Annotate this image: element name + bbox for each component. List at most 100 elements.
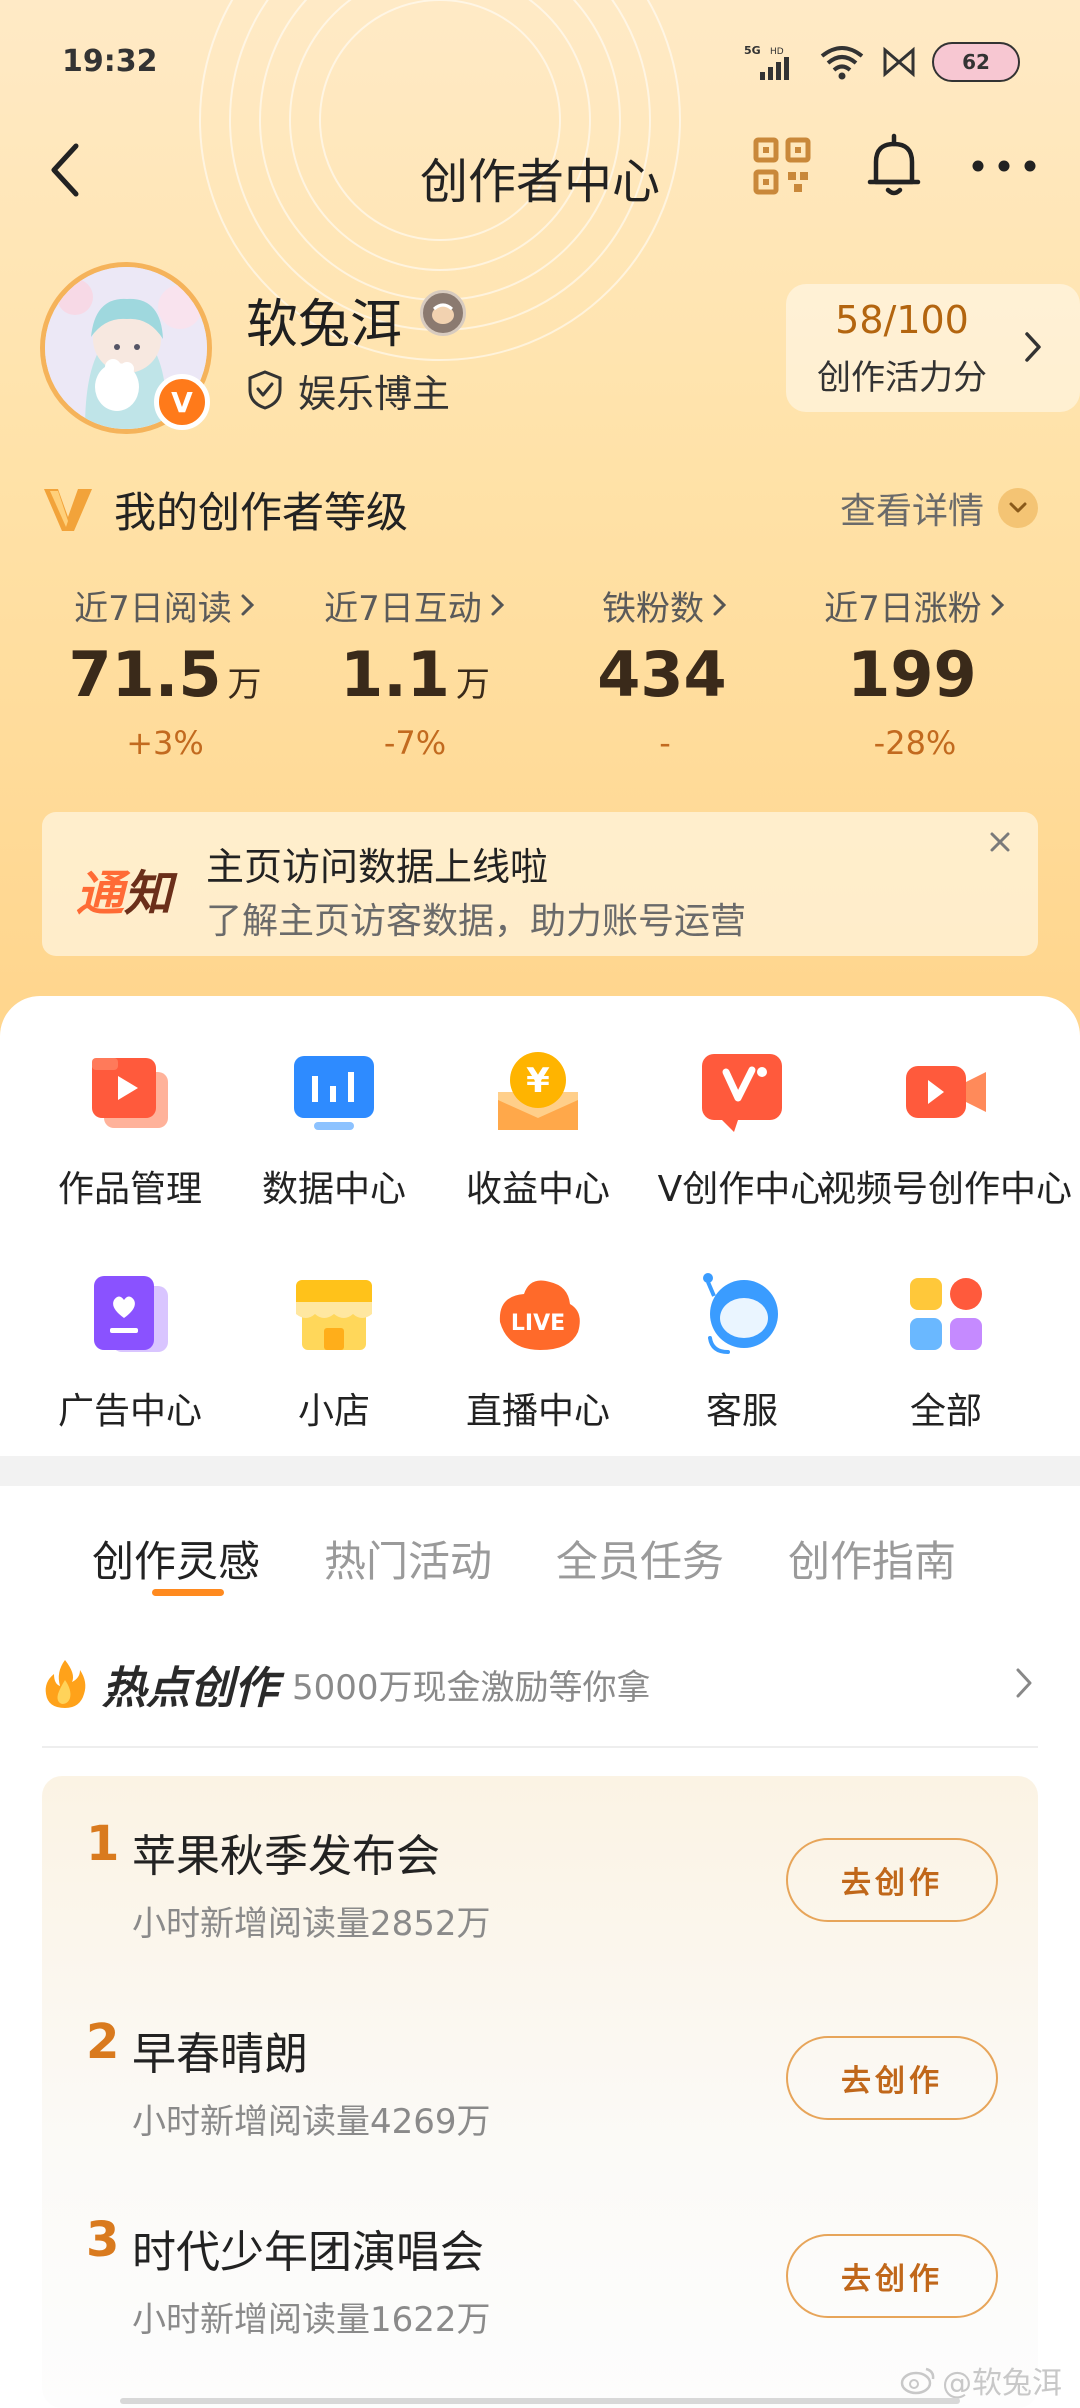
tools-card: 作品管理 数据中心 ¥ 收益中心 V创作中心 视频号创作中心 广告中心 小店 L… xyxy=(0,996,1080,1456)
stat-value: 1.1 xyxy=(340,638,450,711)
video-icon xyxy=(906,1066,986,1118)
bell-icon[interactable] xyxy=(862,132,926,200)
stat-value: 71.5 xyxy=(68,638,222,711)
battery-indicator: 62 xyxy=(932,42,1020,82)
tab-tasks[interactable]: 全员任务 xyxy=(524,1514,756,1614)
flame-icon xyxy=(45,1660,86,1708)
status-bar: 19:32 5G HD 62 xyxy=(0,0,1080,120)
nav-bar: 创作者中心 xyxy=(0,120,1080,220)
stat-label: 近7日涨粉 xyxy=(824,588,982,629)
grid-label: 直播中心 xyxy=(465,1391,610,1432)
stat-value: 199 xyxy=(847,638,977,711)
stat-new-fans[interactable]: 近7日涨粉 199 -28% xyxy=(790,578,1040,778)
grid-item-all[interactable]: 全部 xyxy=(844,1256,1048,1478)
v-level-icon xyxy=(44,489,92,531)
creator-level-title: 我的创作者等级 xyxy=(114,487,409,537)
grid-label: V创作中心 xyxy=(657,1169,827,1210)
tab-inspiration[interactable]: 创作灵感 xyxy=(60,1514,292,1614)
grid-item-works[interactable]: 作品管理 xyxy=(28,1034,232,1256)
grid-item-video[interactable]: 视频号创作中心 xyxy=(820,1034,1072,1256)
hot-reads: 小时新增阅读量4269万 xyxy=(132,2102,491,2142)
hot-subtitle: 5000万现金激励等你拿 xyxy=(292,1667,651,1708)
username: 软兔洱 xyxy=(246,295,403,355)
scroll-indicator xyxy=(120,2398,960,2404)
tab-active-indicator xyxy=(152,1589,224,1596)
tools-grid: 作品管理 数据中心 ¥ 收益中心 V创作中心 视频号创作中心 广告中心 小店 L… xyxy=(0,1034,1080,1478)
go-create-button[interactable]: 去创作 xyxy=(786,1838,998,1922)
creator-level-row[interactable]: 我的创作者等级 xyxy=(40,474,408,544)
chevron-right-icon xyxy=(241,594,254,616)
close-icon[interactable] xyxy=(980,822,1020,862)
notice-banner[interactable]: 通知 主页访问数据上线啦 了解主页访客数据，助力账号运营 xyxy=(42,812,1038,956)
svg-text:HD: HD xyxy=(770,47,784,57)
grid-item-v-create[interactable]: V创作中心 xyxy=(640,1034,844,1256)
grid-label: 小店 xyxy=(297,1391,370,1432)
hot-name: 时代少年团演唱会 xyxy=(132,2227,484,2278)
vitality-score-card[interactable]: 58/100 创作活力分 xyxy=(786,284,1080,412)
chevron-right-icon xyxy=(713,594,727,616)
hot-item[interactable]: 2 早春晴朗 小时新增阅读量4269万 去创作 xyxy=(42,1974,1038,2172)
stat-iron-fans[interactable]: 铁粉数 434 - xyxy=(540,578,790,778)
stat-reads[interactable]: 近7日阅读 71.5 万 +3% xyxy=(40,578,290,778)
vitality-label: 创作活力分 xyxy=(817,358,987,398)
tab-hot-events[interactable]: 热门活动 xyxy=(292,1514,524,1614)
grid-label: 视频号创作中心 xyxy=(820,1169,1073,1210)
grid-item-income[interactable]: ¥ 收益中心 xyxy=(436,1034,640,1256)
header-divider xyxy=(42,1746,1038,1748)
chevron-right-icon xyxy=(991,594,1004,616)
qr-code-icon[interactable] xyxy=(752,136,812,196)
hot-rank: 3 xyxy=(86,2212,120,2268)
stat-value: 434 xyxy=(597,638,727,711)
svg-text:LIVE: LIVE xyxy=(511,1311,565,1336)
grid-item-ad[interactable]: 广告中心 xyxy=(28,1256,232,1478)
stat-label: 铁粉数 xyxy=(602,588,704,629)
hot-item[interactable]: 3 时代少年团演唱会 小时新增阅读量1622万 去创作 xyxy=(42,2172,1038,2370)
stat-label: 近7日阅读 xyxy=(74,588,232,629)
user-level-icon xyxy=(420,290,466,336)
grid-label: 作品管理 xyxy=(57,1169,202,1210)
notice-title: 主页访问数据上线啦 xyxy=(206,845,549,889)
go-create-button[interactable]: 去创作 xyxy=(786,2234,998,2318)
stat-interactions[interactable]: 近7日互动 1.1 万 -7% xyxy=(290,578,540,778)
all-icon xyxy=(910,1278,982,1350)
grid-item-live[interactable]: LIVE 直播中心 xyxy=(436,1256,640,1478)
tab-label: 全员任务 xyxy=(555,1537,724,1586)
grid-item-service[interactable]: 客服 xyxy=(640,1256,844,1478)
tab-label: 热门活动 xyxy=(323,1537,492,1586)
grid-label: 数据中心 xyxy=(261,1169,406,1210)
tab-bar: 创作灵感 热门活动 全员任务 创作指南 xyxy=(0,1514,1080,1614)
tab-guide[interactable]: 创作指南 xyxy=(756,1514,988,1614)
go-create-button[interactable]: 去创作 xyxy=(786,2036,998,2120)
more-icon[interactable] xyxy=(968,134,1040,198)
grid-item-shop[interactable]: 小店 xyxy=(232,1256,436,1478)
notice-tag: 通知 xyxy=(76,866,173,922)
works-icon xyxy=(92,1058,168,1128)
tab-label: 创作灵感 xyxy=(91,1537,260,1586)
chevron-right-icon xyxy=(1025,332,1041,362)
grid-label: 客服 xyxy=(705,1391,778,1432)
hot-rank: 1 xyxy=(86,1816,120,1872)
svg-text:5G: 5G xyxy=(744,44,761,57)
role-row: 娱乐博主 xyxy=(246,362,450,418)
vitality-score: 58/100 xyxy=(835,298,969,342)
view-details-link[interactable]: 查看详情 xyxy=(840,480,1038,536)
ad-icon xyxy=(94,1276,168,1352)
hot-creation-header[interactable]: 热点创作 5000万现金激励等你拿 xyxy=(42,1646,1038,1722)
stat-change: +3% xyxy=(126,724,204,762)
v-create-icon xyxy=(702,1054,782,1132)
weibo-icon xyxy=(900,2367,935,2395)
watermark-text: @软兔洱 xyxy=(942,2366,1062,2401)
hot-item[interactable]: 1 苹果秋季发布会 小时新增阅读量2852万 去创作 xyxy=(42,1776,1038,1974)
svg-text:¥: ¥ xyxy=(526,1061,550,1101)
grid-item-data[interactable]: 数据中心 xyxy=(232,1034,436,1256)
grid-label: 收益中心 xyxy=(465,1169,610,1210)
live-icon: LIVE xyxy=(499,1280,580,1350)
service-icon xyxy=(703,1273,778,1354)
role-label: 娱乐博主 xyxy=(298,371,451,416)
status-time: 19:32 xyxy=(62,44,158,79)
income-icon: ¥ xyxy=(498,1052,578,1130)
view-details-label: 查看详情 xyxy=(839,491,984,532)
stat-label: 近7日互动 xyxy=(324,588,482,629)
hot-reads: 小时新增阅读量2852万 xyxy=(132,1904,491,1944)
wifi-icon xyxy=(820,46,864,80)
